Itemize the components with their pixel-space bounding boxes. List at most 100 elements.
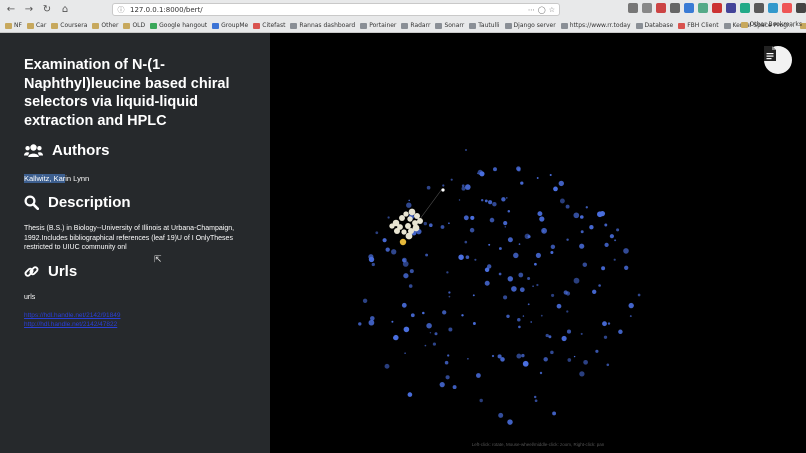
- graph-node[interactable]: [393, 334, 399, 341]
- bookmark-item[interactable]: Citefast: [253, 22, 285, 29]
- graph-node[interactable]: [518, 243, 521, 245]
- graph-node[interactable]: [536, 283, 539, 287]
- back-icon[interactable]: ←: [4, 3, 18, 17]
- cluster-node[interactable]: [401, 229, 407, 235]
- graph-node[interactable]: [387, 216, 390, 219]
- graph-node[interactable]: [426, 322, 432, 329]
- graph-node[interactable]: [598, 284, 601, 287]
- graph-node[interactable]: [458, 199, 461, 201]
- graph-node[interactable]: [606, 363, 610, 367]
- graph-node[interactable]: [541, 227, 547, 234]
- graph-node[interactable]: [580, 230, 584, 234]
- graph-node[interactable]: [498, 272, 502, 276]
- bookmark-item[interactable]: Django server: [504, 22, 556, 29]
- graph-node[interactable]: [458, 254, 464, 260]
- extension-dark-icon[interactable]: [670, 3, 680, 13]
- graph-node[interactable]: [401, 302, 407, 308]
- graph-node[interactable]: [461, 314, 464, 317]
- bookmark-item[interactable]: Portainer: [360, 22, 396, 29]
- graph-node-selected-neighbor[interactable]: [441, 188, 445, 192]
- graph-node[interactable]: [559, 198, 565, 204]
- cluster-node[interactable]: [412, 224, 420, 232]
- extension-red-icon[interactable]: [656, 3, 666, 13]
- graph-node[interactable]: [407, 392, 413, 397]
- reload-icon[interactable]: ↻: [40, 3, 54, 17]
- graph-node[interactable]: [563, 290, 568, 295]
- library-icon[interactable]: [628, 3, 638, 13]
- graph-node[interactable]: [470, 215, 475, 220]
- bookmark-item[interactable]: Database: [635, 22, 673, 29]
- extension-green-icon[interactable]: [698, 3, 708, 13]
- bookmark-item[interactable]: OLD: [123, 22, 145, 29]
- graph-node[interactable]: [520, 181, 524, 185]
- graph-node[interactable]: [484, 267, 490, 273]
- graph-node[interactable]: [597, 211, 603, 218]
- bookmark-item[interactable]: NF: [5, 22, 22, 29]
- graph-node[interactable]: [402, 261, 409, 267]
- extension-pink-icon[interactable]: [782, 3, 792, 13]
- graph-node[interactable]: [580, 215, 584, 219]
- graph-node[interactable]: [614, 239, 617, 242]
- graph-node[interactable]: [601, 266, 606, 271]
- document-button[interactable]: [764, 46, 792, 74]
- extension-red2-icon[interactable]: [712, 3, 722, 13]
- graph-node[interactable]: [382, 238, 387, 243]
- graph-node[interactable]: [506, 197, 508, 199]
- graph-node[interactable]: [507, 419, 513, 425]
- graph-node[interactable]: [518, 272, 524, 278]
- cluster-node[interactable]: [413, 212, 421, 220]
- graph-node[interactable]: [448, 295, 451, 298]
- graph-node[interactable]: [518, 325, 521, 329]
- graph-node[interactable]: [522, 360, 529, 367]
- graph-node[interactable]: [628, 302, 634, 309]
- graph-node[interactable]: [368, 256, 375, 263]
- graph-node[interactable]: [446, 271, 449, 274]
- graph-node[interactable]: [434, 332, 438, 336]
- graph-node[interactable]: [498, 412, 504, 418]
- graph-node[interactable]: [536, 177, 539, 179]
- graph-node[interactable]: [604, 242, 609, 248]
- graph-node[interactable]: [391, 249, 397, 255]
- graph-node[interactable]: [404, 352, 406, 355]
- extension-lightblue-icon[interactable]: [768, 3, 778, 13]
- graph-node[interactable]: [488, 200, 493, 205]
- graph-node[interactable]: [450, 178, 453, 181]
- bookmark-item[interactable]: Other: [92, 22, 118, 29]
- graph-node[interactable]: [488, 243, 491, 246]
- graph-node[interactable]: [558, 180, 564, 187]
- graph-node[interactable]: [477, 169, 483, 175]
- graph-node[interactable]: [516, 353, 522, 359]
- graph-node[interactable]: [613, 258, 616, 261]
- cluster-node[interactable]: [408, 208, 416, 216]
- graph-node[interactable]: [474, 258, 477, 261]
- graph-node[interactable]: [501, 197, 506, 202]
- graph-node[interactable]: [464, 240, 468, 244]
- graph-node[interactable]: [375, 231, 379, 235]
- graph-node[interactable]: [484, 199, 488, 203]
- graph-node[interactable]: [439, 381, 445, 388]
- graph-node[interactable]: [409, 269, 414, 274]
- graph-node[interactable]: [491, 354, 495, 358]
- graph-node[interactable]: [566, 329, 572, 334]
- graph-node[interactable]: [616, 228, 620, 232]
- graph-node[interactable]: [368, 319, 375, 326]
- sidebar-icon[interactable]: [642, 3, 652, 13]
- graph-node[interactable]: [566, 238, 569, 241]
- graph-node[interactable]: [550, 250, 554, 255]
- graph-node[interactable]: [565, 204, 570, 209]
- graph-node[interactable]: [448, 291, 451, 294]
- extension-purple-icon[interactable]: [726, 3, 736, 13]
- cluster-node[interactable]: [405, 232, 413, 240]
- bookmark-item[interactable]: GroupMe: [212, 22, 248, 29]
- graph-node[interactable]: [604, 223, 608, 227]
- other-bookmarks[interactable]: Other Bookmarks: [740, 21, 802, 28]
- graph-node[interactable]: [503, 295, 508, 300]
- graph-node[interactable]: [472, 322, 476, 325]
- graph-node[interactable]: [507, 276, 514, 282]
- graph-node[interactable]: [507, 209, 511, 213]
- graph-node[interactable]: [524, 233, 530, 239]
- graph-node[interactable]: [385, 247, 390, 252]
- graph-node[interactable]: [467, 357, 469, 360]
- cluster-node[interactable]: [417, 218, 423, 224]
- url-link-2[interactable]: http://hdl.handle.net/2142/47822: [24, 321, 117, 328]
